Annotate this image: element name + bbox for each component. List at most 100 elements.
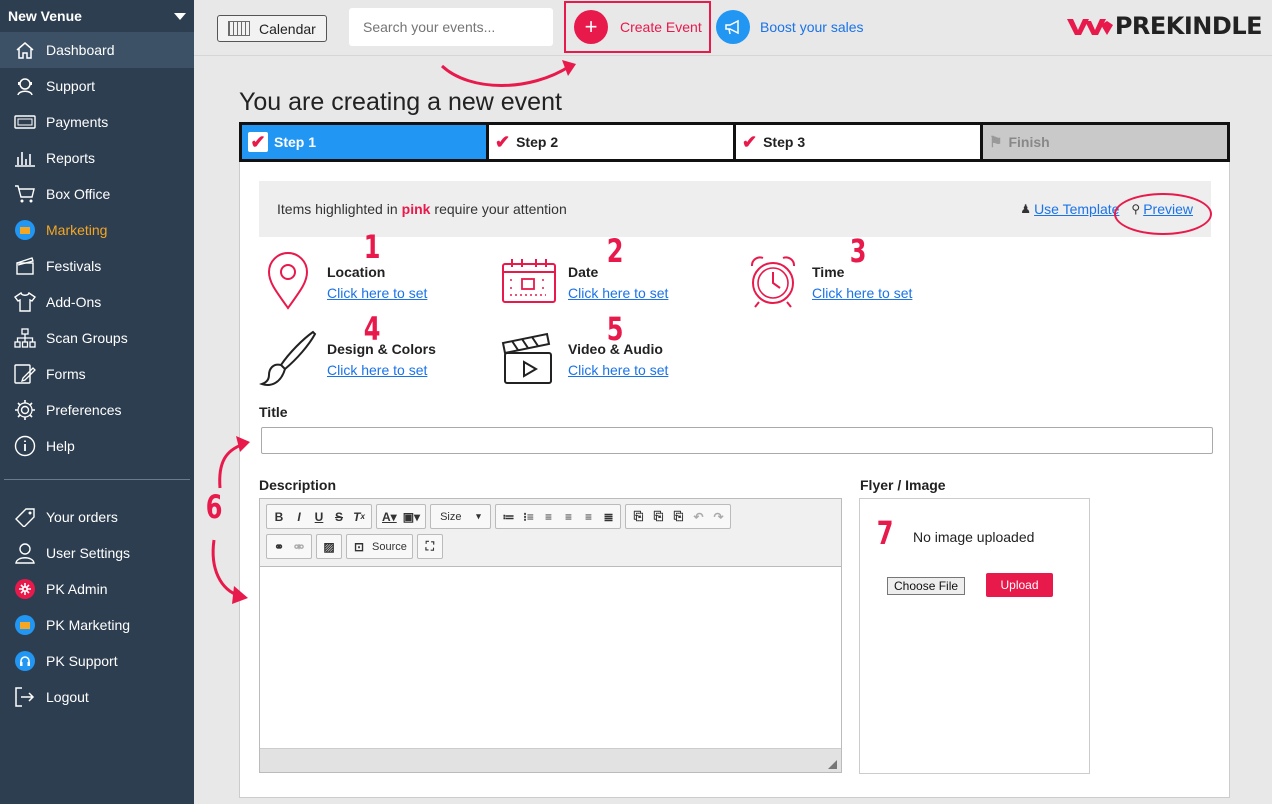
- align-left-button[interactable]: ≡: [539, 507, 557, 527]
- title-input[interactable]: [261, 427, 1213, 454]
- sidebar-item-pk-admin[interactable]: PK Admin: [0, 571, 194, 607]
- clapperboard-icon: [501, 332, 552, 384]
- sidebar-item-help[interactable]: Help: [0, 428, 194, 464]
- sidebar-item-label: PK Support: [46, 653, 118, 669]
- description-editor: B I U S Tx A▾ ▣▾ Size ▾ ≔ ⁝≡ ≡ ≡ ≡ ≣ ⎘ ⎘…: [259, 498, 842, 773]
- align-right-button[interactable]: ≡: [579, 507, 597, 527]
- sidebar-item-label: PK Admin: [46, 581, 108, 597]
- image-button[interactable]: ▨: [316, 534, 342, 559]
- paintbrush-icon: [259, 330, 317, 386]
- bold-button[interactable]: B: [270, 507, 288, 527]
- boost-sales-link[interactable]: Boost your sales: [716, 10, 864, 44]
- step-1-tab[interactable]: ✔ Step 1: [242, 125, 486, 159]
- location-pin-icon: [267, 252, 309, 310]
- sidebar-item-label: Your orders: [46, 509, 118, 525]
- sidebar-item-support[interactable]: Support: [0, 68, 194, 104]
- set-date-link[interactable]: Click here to set: [568, 285, 668, 301]
- underline-button[interactable]: U: [310, 507, 328, 527]
- use-template-label[interactable]: Use Template: [1034, 201, 1119, 217]
- flyer-upload-box: 7 No image uploaded Choose File Upload: [859, 498, 1090, 774]
- set-time-link[interactable]: Click here to set: [812, 285, 912, 301]
- tag-icon: [12, 506, 38, 528]
- design-colors-option[interactable]: Design & Colors Click here to set: [259, 329, 436, 387]
- location-option[interactable]: Location Click here to set: [259, 252, 427, 310]
- date-option[interactable]: Date Click here to set: [500, 252, 668, 310]
- sidebar-item-add-ons[interactable]: Add-Ons: [0, 284, 194, 320]
- page-title: You are creating a new event: [239, 88, 562, 116]
- bullet-list-button[interactable]: ⁝≡: [519, 507, 537, 527]
- paste-text-icon[interactable]: ⎘: [649, 507, 667, 527]
- option-title: Time: [812, 264, 845, 280]
- maximize-button[interactable]: ⛶: [416, 534, 443, 559]
- sidebar-item-reports[interactable]: Reports: [0, 140, 194, 176]
- step-finish-tab[interactable]: ⚑ Finish: [983, 125, 1227, 159]
- link-icon[interactable]: ⚭: [270, 537, 288, 557]
- paste-word-icon[interactable]: ⎘: [669, 507, 687, 527]
- image-icon: ▨: [323, 539, 335, 554]
- option-title: Location: [327, 264, 386, 280]
- sidebar-item-label: Box Office: [46, 186, 111, 202]
- bg-color-button[interactable]: ▣▾: [401, 507, 422, 527]
- set-design-link[interactable]: Click here to set: [327, 362, 436, 378]
- megaphone-icon: [12, 614, 38, 636]
- upload-button[interactable]: Upload: [986, 573, 1053, 597]
- editor-content-area[interactable]: [260, 567, 841, 748]
- remove-format-button[interactable]: Tx: [350, 507, 368, 527]
- headset-icon: [12, 650, 38, 672]
- set-location-link[interactable]: Click here to set: [327, 285, 427, 301]
- undo-icon[interactable]: ↶: [689, 507, 707, 527]
- sidebar-item-label: PK Marketing: [46, 617, 131, 633]
- time-option[interactable]: Time Click here to set: [744, 252, 912, 310]
- sidebar-item-pk-marketing[interactable]: PK Marketing: [0, 607, 194, 643]
- text-color-button[interactable]: A▾: [380, 507, 399, 527]
- set-media-link[interactable]: Click here to set: [568, 362, 668, 378]
- caret-down-icon: [174, 12, 186, 20]
- home-icon: [12, 39, 38, 61]
- sidebar-item-label: Add-Ons: [46, 294, 102, 310]
- video-audio-option[interactable]: Video & Audio Click here to set: [500, 329, 668, 387]
- bar-chart-icon: [12, 147, 38, 169]
- step-label: Step 3: [763, 134, 806, 150]
- sidebar-item-box-office[interactable]: Box Office: [0, 176, 194, 212]
- sidebar-item-label: Logout: [46, 689, 89, 705]
- step-2-tab[interactable]: ✔ Step 2: [489, 125, 733, 159]
- sidebar-item-forms[interactable]: Forms: [0, 356, 194, 392]
- sidebar-item-payments[interactable]: Payments: [0, 104, 194, 140]
- sidebar-item-pk-support[interactable]: PK Support: [0, 643, 194, 679]
- strikethrough-button[interactable]: S: [330, 507, 348, 527]
- link-group: ⚭ ⚮: [266, 534, 312, 559]
- sidebar-item-label: Dashboard: [46, 42, 115, 58]
- sidebar-item-festivals[interactable]: Festivals: [0, 248, 194, 284]
- use-template-link[interactable]: ♟ Use Template: [1020, 201, 1119, 217]
- venue-selector[interactable]: New Venue: [0, 0, 194, 32]
- unlink-icon[interactable]: ⚮: [290, 537, 308, 557]
- create-event-label: Create Event: [620, 19, 702, 35]
- color-group: A▾ ▣▾: [376, 504, 427, 529]
- sidebar-item-scan-groups[interactable]: Scan Groups: [0, 320, 194, 356]
- italic-button[interactable]: I: [290, 507, 308, 527]
- sidebar-item-your-orders[interactable]: Your orders: [0, 499, 194, 535]
- sidebar-item-preferences[interactable]: Preferences: [0, 392, 194, 428]
- search-input[interactable]: [349, 8, 553, 46]
- cart-icon: [12, 183, 38, 205]
- numbered-list-button[interactable]: ≔: [499, 507, 517, 527]
- no-image-text: No image uploaded: [913, 529, 1035, 545]
- sidebar-item-logout[interactable]: Logout: [0, 679, 194, 715]
- resize-handle-icon[interactable]: [828, 760, 837, 769]
- sidebar-item-dashboard[interactable]: Dashboard: [0, 32, 194, 68]
- logo-text: PREKINDLE: [1114, 12, 1263, 40]
- size-dropdown[interactable]: Size ▾: [430, 504, 492, 529]
- calendar-button[interactable]: Calendar: [217, 15, 327, 42]
- align-center-button[interactable]: ≡: [559, 507, 577, 527]
- sidebar-item-user-settings[interactable]: User Settings: [0, 535, 194, 571]
- step-3-tab[interactable]: ✔ Step 3: [736, 125, 980, 159]
- paste-icon[interactable]: ⎘: [629, 507, 647, 527]
- redo-icon[interactable]: ↷: [709, 507, 727, 527]
- create-event-button[interactable]: + Create Event: [564, 1, 711, 53]
- justify-button[interactable]: ≣: [599, 507, 617, 527]
- source-button[interactable]: ⊡ Source: [346, 534, 413, 559]
- boost-sales-label: Boost your sales: [760, 19, 864, 35]
- sidebar-item-label: User Settings: [46, 545, 131, 561]
- choose-file-button[interactable]: Choose File: [887, 577, 966, 595]
- sidebar-item-marketing[interactable]: Marketing: [0, 212, 194, 248]
